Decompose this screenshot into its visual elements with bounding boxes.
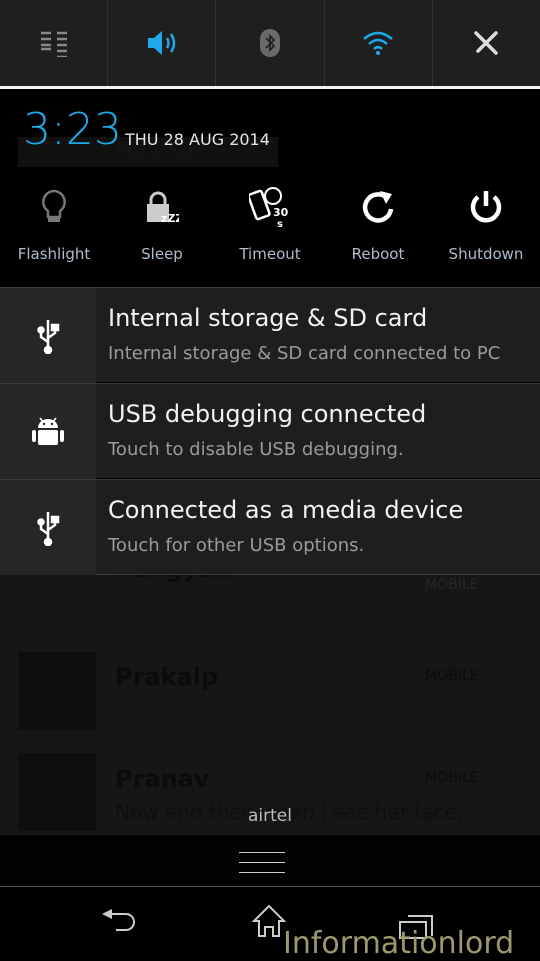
panel-drag-handle[interactable] xyxy=(0,835,540,887)
bluetooth-icon xyxy=(260,29,280,57)
contact-photo xyxy=(18,652,96,730)
back-button[interactable] xyxy=(100,906,138,940)
sync-arrows-icon xyxy=(40,31,67,57)
toggle-settings[interactable] xyxy=(433,0,540,86)
shutdown-button[interactable]: Shutdown xyxy=(432,167,540,287)
volume-icon xyxy=(147,31,176,55)
notification-title: Internal storage & SD card xyxy=(108,304,428,332)
reboot-icon xyxy=(362,191,394,223)
home-button[interactable] xyxy=(251,904,287,942)
power-actions: Flashlight zZZ Sleep 30s Timeout Reboot … xyxy=(0,167,540,287)
timeout-label: Timeout xyxy=(239,245,301,263)
watermark: Informationlord xyxy=(283,926,515,961)
notification-media-device[interactable]: Connected as a media device Touch for ot… xyxy=(0,479,540,575)
svg-text:s: s xyxy=(277,219,283,228)
home-icon xyxy=(251,904,287,937)
phone-timer-icon: 30s xyxy=(249,187,289,228)
background-contact-list: PangyanMOBILE PrakalpMOBILE PranavMOBILE… xyxy=(0,555,540,835)
contact-tag: MOBILE xyxy=(425,577,479,593)
flashlight-label: Flashlight xyxy=(17,245,91,263)
lock-sleep-icon: zZZ xyxy=(147,191,179,224)
bulb-icon xyxy=(42,189,66,222)
notification-title: USB debugging connected xyxy=(108,400,427,428)
contact-tag: MOBILE xyxy=(425,668,479,684)
sleep-label: Sleep xyxy=(141,245,183,263)
clock[interactable]: 3:23 xyxy=(23,104,122,155)
notification-storage[interactable]: Internal storage & SD card Internal stor… xyxy=(0,287,540,383)
shutdown-label: Shutdown xyxy=(448,245,524,263)
toggle-data-sync[interactable] xyxy=(0,0,109,86)
quick-toggles-bar xyxy=(0,0,540,86)
contact-tag: MOBILE xyxy=(425,770,479,786)
notification-text: Touch to disable USB debugging. xyxy=(108,439,404,460)
toggle-bluetooth[interactable] xyxy=(216,0,325,86)
power-icon xyxy=(470,191,502,223)
notification-text: Internal storage & SD card connected to … xyxy=(108,343,501,364)
notification-title: Connected as a media device xyxy=(108,496,464,524)
date[interactable]: THU 28 AUG 2014 xyxy=(125,130,270,149)
back-icon xyxy=(102,909,135,931)
svg-text:30: 30 xyxy=(273,206,289,219)
notification-usb-debugging[interactable]: USB debugging connected Touch to disable… xyxy=(0,383,540,479)
wifi-icon xyxy=(363,31,394,55)
svg-text:zZZ: zZZ xyxy=(161,212,179,224)
carrier-label: airtel xyxy=(248,806,292,826)
contact-name: Prakalp xyxy=(115,663,219,691)
usb-icon xyxy=(37,319,60,354)
timeout-button[interactable]: 30 s Timeout xyxy=(216,167,324,287)
usb-icon xyxy=(37,511,60,546)
toggle-sound[interactable] xyxy=(108,0,217,86)
tools-icon xyxy=(474,31,499,55)
contact-name: Pranav xyxy=(115,765,210,793)
flashlight-button[interactable]: Flashlight xyxy=(0,167,108,287)
sleep-button[interactable]: zZZ Sleep xyxy=(108,167,216,287)
reboot-button[interactable]: Reboot xyxy=(324,167,432,287)
toggle-wifi[interactable] xyxy=(325,0,433,86)
android-icon xyxy=(32,417,64,445)
notification-text: Touch for other USB options. xyxy=(108,535,365,556)
reboot-label: Reboot xyxy=(351,245,405,263)
